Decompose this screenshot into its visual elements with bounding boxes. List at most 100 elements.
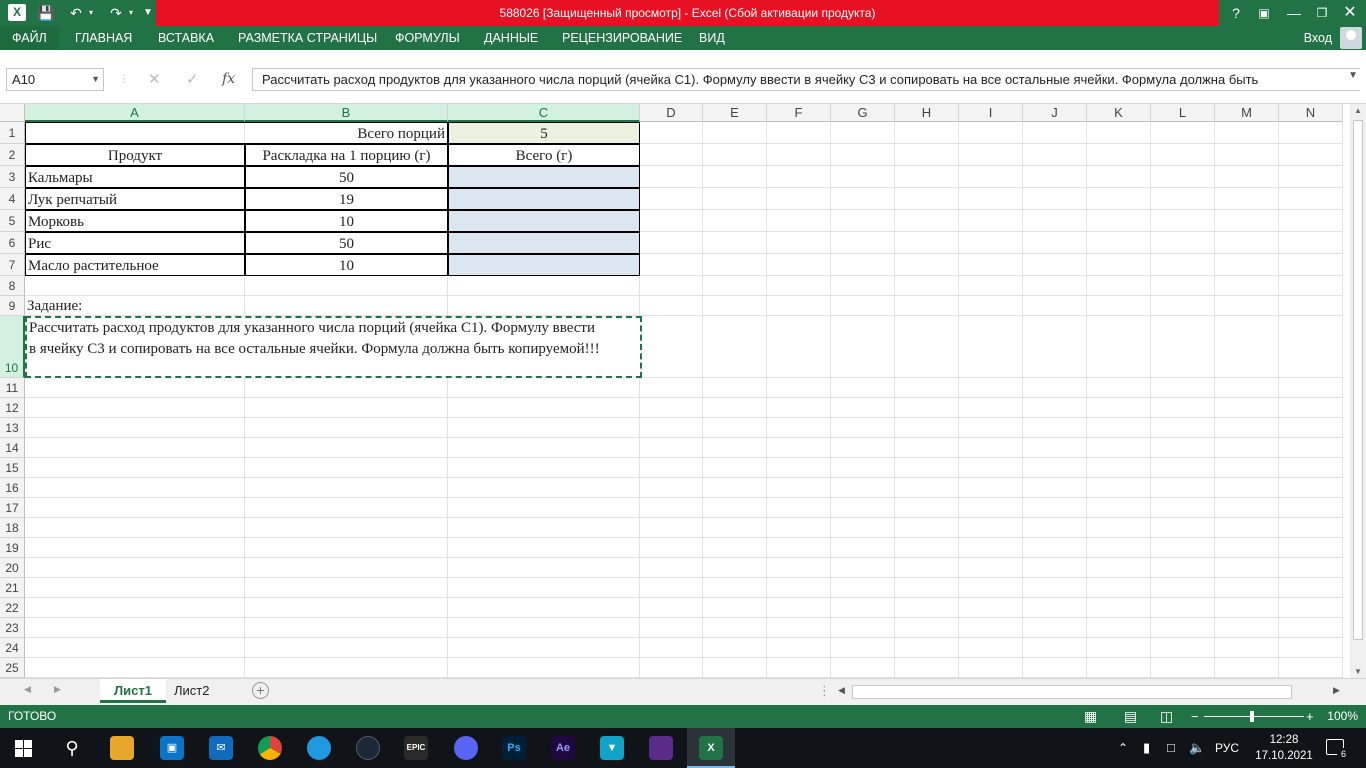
expand-formula-bar-icon[interactable]: ▼ bbox=[1348, 70, 1358, 81]
cell-i6[interactable] bbox=[959, 232, 1023, 254]
column-header-m[interactable]: M bbox=[1215, 104, 1279, 122]
cell-j2[interactable] bbox=[1023, 144, 1087, 166]
cell-g18[interactable] bbox=[831, 518, 895, 538]
minimize-icon[interactable]: — bbox=[1284, 0, 1304, 26]
cell-a4[interactable]: Лук репчатый bbox=[25, 188, 245, 210]
cell-d7[interactable] bbox=[640, 254, 703, 276]
cell-h18[interactable] bbox=[895, 518, 959, 538]
cell-k20[interactable] bbox=[1087, 558, 1151, 578]
cell-k7[interactable] bbox=[1087, 254, 1151, 276]
cell-j4[interactable] bbox=[1023, 188, 1087, 210]
cell-e16[interactable] bbox=[703, 478, 767, 498]
cell-e17[interactable] bbox=[703, 498, 767, 518]
cell-b23[interactable] bbox=[245, 618, 448, 638]
cell-i8[interactable] bbox=[959, 276, 1023, 296]
cell-b19[interactable] bbox=[245, 538, 448, 558]
add-sheet-icon[interactable]: + bbox=[252, 682, 269, 699]
cell-a8[interactable] bbox=[25, 276, 245, 296]
cell-c6[interactable] bbox=[448, 232, 640, 254]
cell-f14[interactable] bbox=[767, 438, 831, 458]
horizontal-scroll-thumb[interactable] bbox=[852, 685, 1292, 699]
cell-n7[interactable] bbox=[1279, 254, 1343, 276]
cell-l16[interactable] bbox=[1151, 478, 1215, 498]
column-header-a[interactable]: A bbox=[25, 104, 245, 122]
cell-i7[interactable] bbox=[959, 254, 1023, 276]
cell-m13[interactable] bbox=[1215, 418, 1279, 438]
tab-page-layout[interactable]: РАЗМЕТКА СТРАНИЦЫ bbox=[238, 26, 377, 50]
row-header-13[interactable]: 13 bbox=[0, 418, 25, 438]
cell-k8[interactable] bbox=[1087, 276, 1151, 296]
cell-d5[interactable] bbox=[640, 210, 703, 232]
cell-l9[interactable] bbox=[1151, 296, 1215, 316]
cell-b18[interactable] bbox=[245, 518, 448, 538]
cell-g12[interactable] bbox=[831, 398, 895, 418]
cell-e9[interactable] bbox=[703, 296, 767, 316]
splitter-handle-icon[interactable]: ⋮ bbox=[818, 683, 831, 699]
cell-b11[interactable] bbox=[245, 378, 448, 398]
cell-a12[interactable] bbox=[25, 398, 245, 418]
name-box[interactable]: A10 ▼ bbox=[6, 68, 104, 91]
cell-j24[interactable] bbox=[1023, 638, 1087, 658]
cell-h23[interactable] bbox=[895, 618, 959, 638]
cell-a23[interactable] bbox=[25, 618, 245, 638]
row-header-24[interactable]: 24 bbox=[0, 638, 25, 658]
cell-e4[interactable] bbox=[703, 188, 767, 210]
cell-l1[interactable] bbox=[1151, 122, 1215, 144]
photoshop-icon[interactable]: Ps bbox=[502, 736, 526, 760]
column-header-g[interactable]: G bbox=[831, 104, 895, 122]
cell-e10[interactable] bbox=[703, 316, 767, 378]
cell-n3[interactable] bbox=[1279, 166, 1343, 188]
cell-h6[interactable] bbox=[895, 232, 959, 254]
row-header-16[interactable]: 16 bbox=[0, 478, 25, 498]
cell-j13[interactable] bbox=[1023, 418, 1087, 438]
cell-i4[interactable] bbox=[959, 188, 1023, 210]
cell-b17[interactable] bbox=[245, 498, 448, 518]
cell-m17[interactable] bbox=[1215, 498, 1279, 518]
row-header-20[interactable]: 20 bbox=[0, 558, 25, 578]
redo-dropdown-icon[interactable]: ▾ bbox=[126, 0, 136, 26]
vertical-scroll-thumb[interactable] bbox=[1353, 120, 1363, 640]
cell-g21[interactable] bbox=[831, 578, 895, 598]
select-all-corner[interactable] bbox=[0, 104, 25, 122]
store-icon[interactable]: ▣ bbox=[160, 736, 184, 760]
cell-g11[interactable] bbox=[831, 378, 895, 398]
cell-k17[interactable] bbox=[1087, 498, 1151, 518]
cell-b22[interactable] bbox=[245, 598, 448, 618]
file-explorer-icon[interactable] bbox=[110, 736, 134, 760]
cell-e8[interactable] bbox=[703, 276, 767, 296]
cell-j16[interactable] bbox=[1023, 478, 1087, 498]
cell-c23[interactable] bbox=[448, 618, 640, 638]
vertical-scrollbar[interactable]: ▲ ▼ bbox=[1350, 104, 1366, 678]
row-header-11[interactable]: 11 bbox=[0, 378, 25, 398]
hscroll-right-icon[interactable]: ▶ bbox=[1333, 685, 1340, 696]
cell-a17[interactable] bbox=[25, 498, 245, 518]
cell-k25[interactable] bbox=[1087, 658, 1151, 678]
cell-m4[interactable] bbox=[1215, 188, 1279, 210]
column-header-h[interactable]: H bbox=[895, 104, 959, 122]
cell-h8[interactable] bbox=[895, 276, 959, 296]
tray-language[interactable]: РУС bbox=[1215, 728, 1239, 768]
cell-f24[interactable] bbox=[767, 638, 831, 658]
cell-h14[interactable] bbox=[895, 438, 959, 458]
cell-m15[interactable] bbox=[1215, 458, 1279, 478]
cell-i24[interactable] bbox=[959, 638, 1023, 658]
cell-b15[interactable] bbox=[245, 458, 448, 478]
cell-k14[interactable] bbox=[1087, 438, 1151, 458]
scroll-down-icon[interactable]: ▼ bbox=[1354, 667, 1362, 676]
cell-f8[interactable] bbox=[767, 276, 831, 296]
cell-n8[interactable] bbox=[1279, 276, 1343, 296]
cell-e13[interactable] bbox=[703, 418, 767, 438]
cell-m14[interactable] bbox=[1215, 438, 1279, 458]
cell-g1[interactable] bbox=[831, 122, 895, 144]
cell-g13[interactable] bbox=[831, 418, 895, 438]
cell-l23[interactable] bbox=[1151, 618, 1215, 638]
row-header-10[interactable]: 10 bbox=[0, 316, 25, 378]
zoom-slider-track[interactable] bbox=[1204, 716, 1304, 717]
cell-c15[interactable] bbox=[448, 458, 640, 478]
ribbon-display-options-icon[interactable]: ▣ bbox=[1254, 0, 1274, 26]
cell-n22[interactable] bbox=[1279, 598, 1343, 618]
cell-i17[interactable] bbox=[959, 498, 1023, 518]
cell-f20[interactable] bbox=[767, 558, 831, 578]
cell-l20[interactable] bbox=[1151, 558, 1215, 578]
sheet-tab-2[interactable]: Лист2 bbox=[160, 679, 223, 703]
